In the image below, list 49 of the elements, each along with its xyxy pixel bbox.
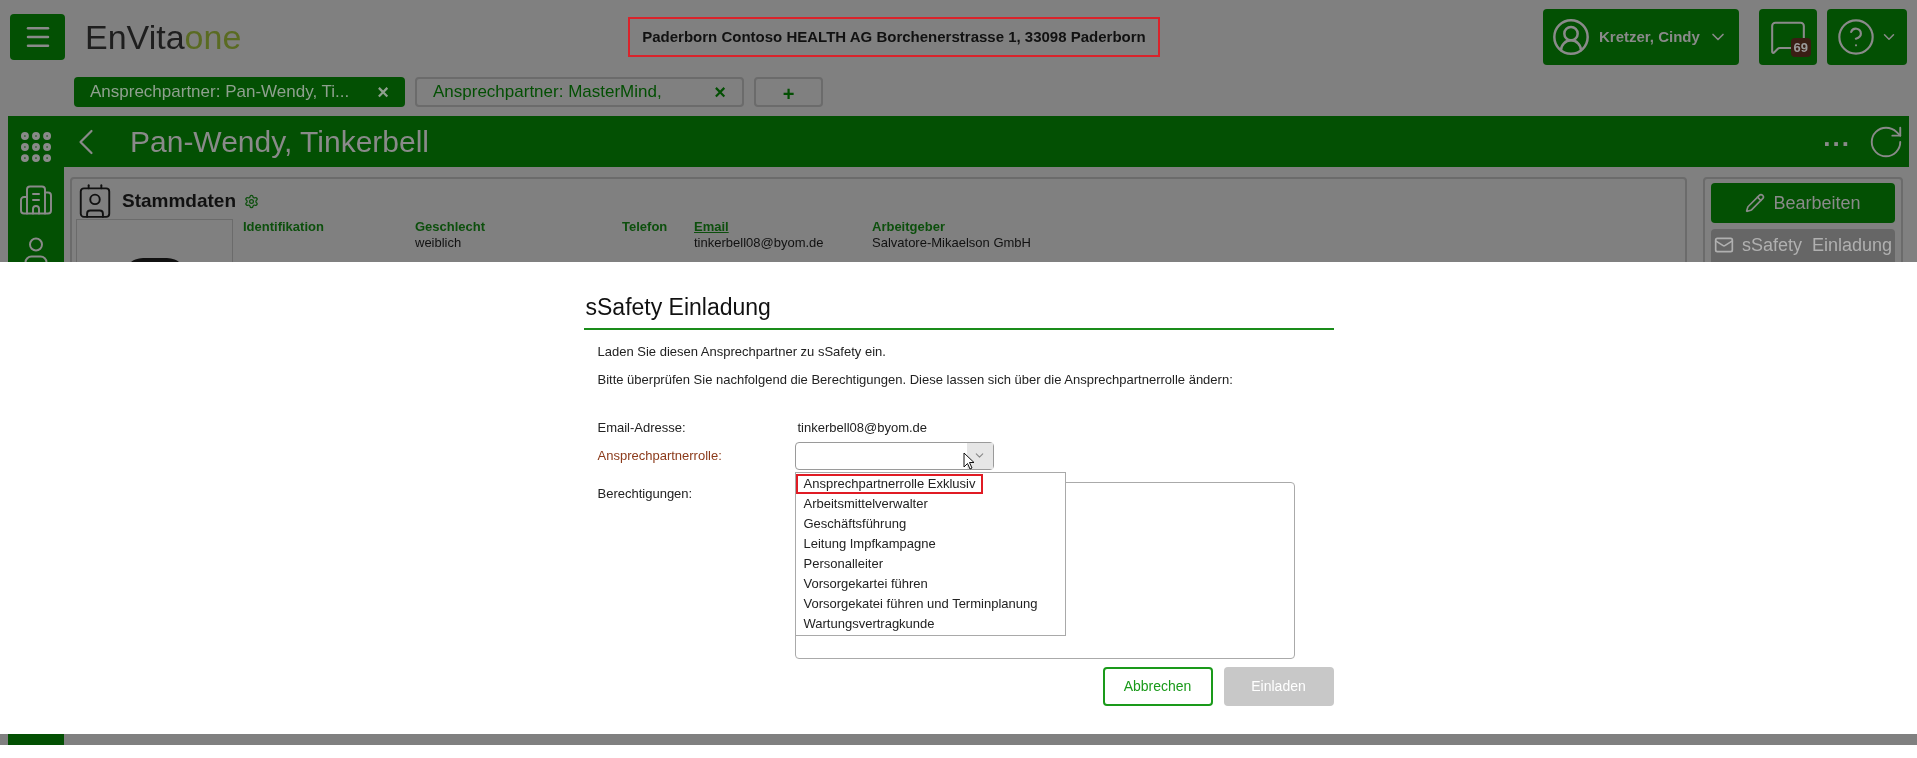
tab-close[interactable]: × bbox=[714, 77, 726, 107]
messages-button[interactable]: 69 bbox=[1759, 9, 1817, 65]
company-address: Paderborn Contoso HEALTH AG Borchenerstrasse 1, 33098 Paderborn bbox=[628, 16, 1160, 58]
role-option[interactable]: Leitung Impfkampagne bbox=[795, 533, 1065, 554]
envelope-icon bbox=[1713, 235, 1734, 255]
role-option[interactable]: Personalleiter bbox=[795, 553, 1065, 574]
user-menu-button[interactable]: Kretzer, Cindy bbox=[1543, 9, 1739, 65]
role-option[interactable]: Arbeitsmittelverwalter bbox=[795, 493, 1065, 514]
cancel-button[interactable]: Abbrechen bbox=[1102, 666, 1213, 706]
field-value: Salvatore-Mikaelson GmbH bbox=[872, 235, 1032, 251]
role-option[interactable]: Ansprechpartnerrolle Exklusiv bbox=[795, 473, 984, 494]
sidebar-strip bbox=[8, 734, 64, 745]
dialog-hint: Bitte überprüfen Sie nachfolgend die Berechtigungen. Diese lassen sich über die Ansprechpartnerrolle ändern: bbox=[597, 371, 1234, 389]
message-count-badge: 69 bbox=[1790, 37, 1811, 57]
role-option[interactable]: Vorsorgekartei führen bbox=[795, 573, 1065, 594]
role-option[interactable]: Geschäftsführung bbox=[795, 513, 1065, 534]
user-avatar-icon bbox=[1551, 17, 1591, 57]
tab-label: Ansprechpartner: MasterMind, bbox=[433, 81, 662, 104]
dialog-title: sSafety Einladung bbox=[583, 290, 1334, 330]
field-label: Identifikation bbox=[243, 219, 325, 235]
field-label: Arbeitgeber bbox=[872, 219, 946, 235]
email-value: tinkerbell08@byom.de bbox=[797, 418, 928, 437]
role-option[interactable]: Wartungsvertragkunde bbox=[795, 613, 1065, 634]
tab-label: Ansprechpartner: Pan-Wendy, Ti... bbox=[90, 81, 350, 104]
record-tab[interactable]: Ansprechpartner: Pan-Wendy, Ti... × bbox=[74, 77, 405, 107]
field-label: Telefon bbox=[622, 219, 669, 235]
permissions-label: Berechtigungen: bbox=[597, 484, 694, 503]
field-value: tinkerbell08@byom.de bbox=[694, 235, 825, 251]
action-button[interactable]: Bearbeiten bbox=[1711, 183, 1895, 223]
field-label: Geschlecht bbox=[415, 219, 487, 235]
tab-close[interactable]: × bbox=[377, 77, 389, 107]
mouse-pointer-icon bbox=[962, 451, 976, 471]
dialog-intro: Laden Sie diesen Ansprechpartner zu sSafety ein. bbox=[597, 342, 887, 361]
help-button[interactable] bbox=[1827, 9, 1907, 65]
record-title: Pan-Wendy, Tinkerbell bbox=[130, 124, 431, 160]
field-value: weiblich bbox=[415, 235, 463, 251]
more-options[interactable]: ... bbox=[1823, 118, 1851, 157]
field-label[interactable]: Email bbox=[694, 219, 872, 235]
role-label: Ansprechpartnerrolle: bbox=[597, 446, 723, 465]
add-tab-button[interactable]: + bbox=[754, 77, 823, 107]
help-icon bbox=[1836, 17, 1876, 57]
email-label: Email-Adresse: bbox=[597, 418, 687, 437]
role-option[interactable]: Vorsorgekatei führen und Terminplanung bbox=[795, 593, 1065, 614]
menu-button[interactable] bbox=[10, 14, 65, 60]
logo: EnVitaone bbox=[85, 16, 243, 58]
gear-icon[interactable] bbox=[244, 193, 260, 209]
pencil-icon bbox=[1745, 193, 1766, 213]
card-title: Stammdaten bbox=[122, 188, 237, 213]
record-tab[interactable]: Ansprechpartner: MasterMind, × bbox=[415, 77, 744, 107]
